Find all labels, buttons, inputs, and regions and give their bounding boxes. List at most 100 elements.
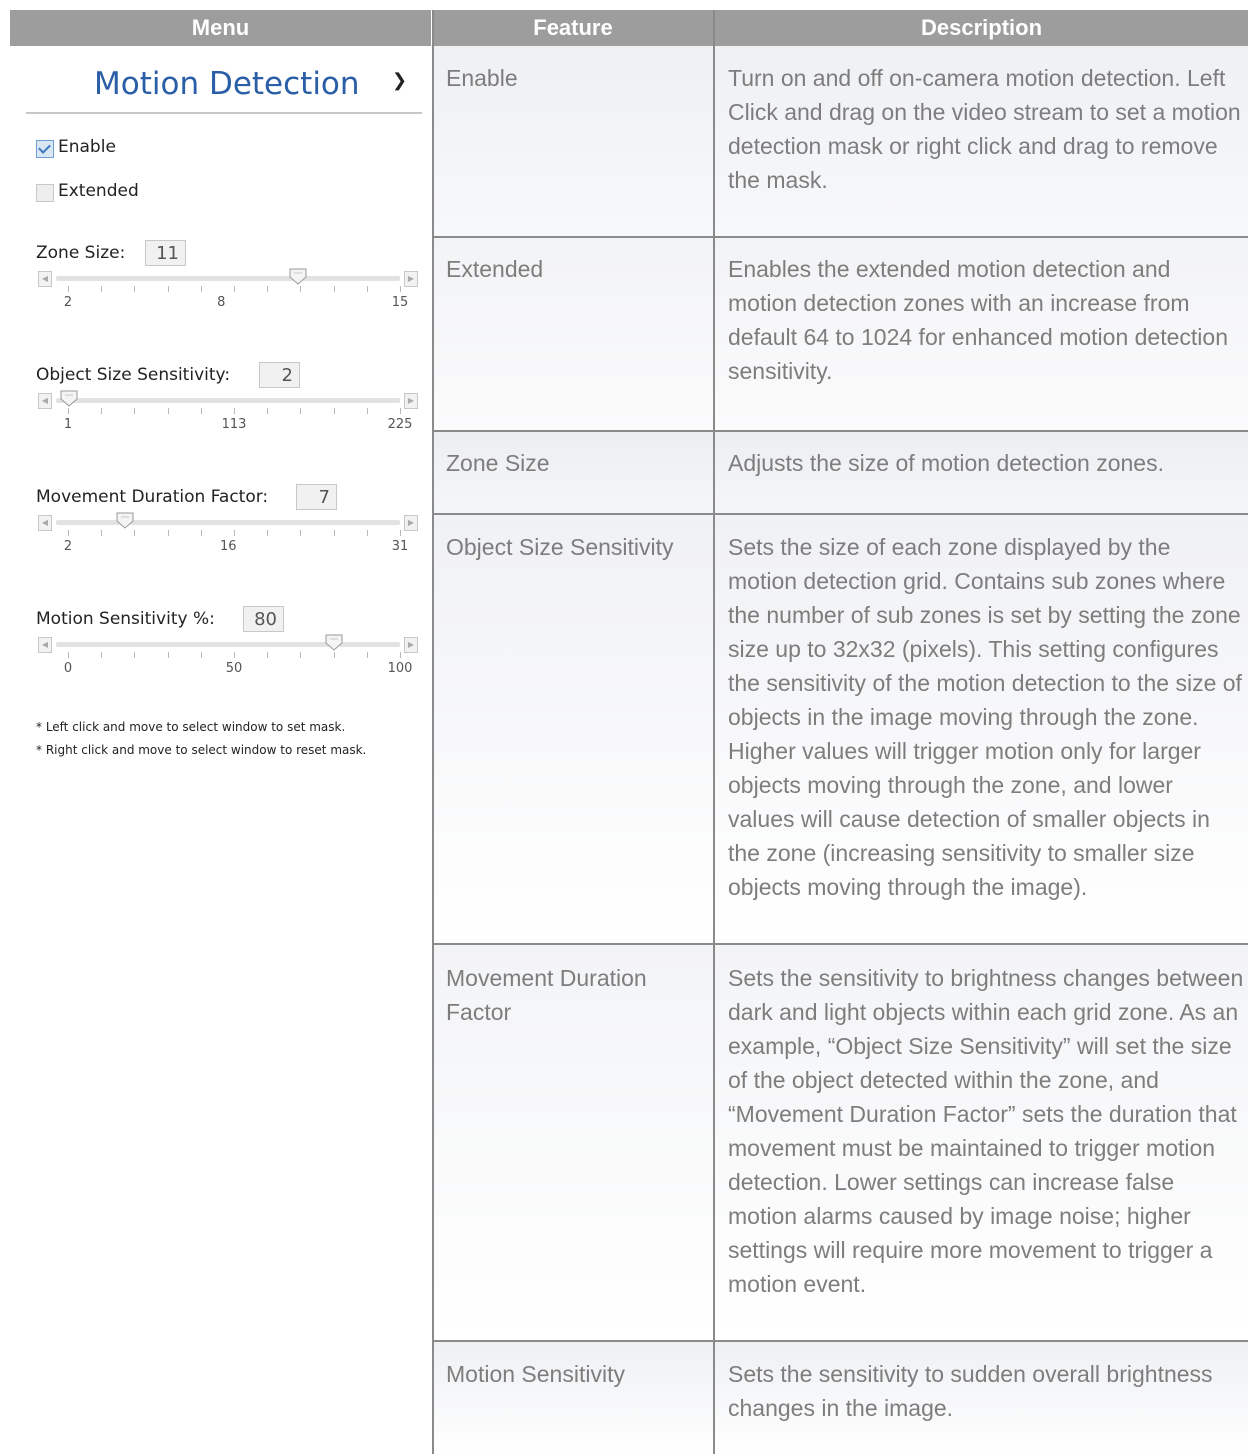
slider-tick — [267, 286, 269, 292]
column-divider — [713, 10, 715, 1454]
slider-tick — [101, 286, 103, 292]
slider-increment-button[interactable]: ▶ — [404, 393, 418, 409]
description-cell-zone-size: Adjusts the size of motion detection zon… — [728, 450, 1164, 476]
movement-duration-factor-value-field[interactable]: 7 — [296, 484, 337, 510]
slider-tick — [167, 652, 169, 658]
slider-thumb[interactable] — [289, 268, 307, 286]
slider-tick — [200, 408, 202, 414]
description-cell-extended: Enables the extended motion detection an… — [728, 256, 1228, 384]
slider-tick-label: 15 — [391, 295, 409, 310]
slider-decrement-button[interactable]: ◀ — [38, 637, 52, 653]
slider-tick — [366, 530, 368, 536]
description-cell-movement-duration-factor: Sets the sensitivity to brightness chang… — [728, 965, 1244, 1297]
row-divider — [433, 236, 1248, 238]
row-divider — [433, 943, 1248, 945]
slider-track[interactable] — [56, 398, 400, 403]
object-size-sensitivity-slider[interactable]: ◀ ▶ 1 113 225 — [38, 390, 418, 453]
reset-mask-note: * Right click and move to select window … — [36, 743, 367, 757]
slider-track[interactable] — [56, 520, 400, 525]
slider-tick — [300, 286, 302, 292]
menu-column-header: Menu — [10, 10, 431, 46]
slider-tick — [234, 408, 235, 414]
slider-ticks — [38, 408, 418, 416]
description-cell-enable: Turn on and off on-camera motion detecti… — [728, 65, 1241, 193]
slider-tick — [300, 530, 302, 536]
slider-tick — [200, 286, 202, 292]
extended-checkbox[interactable] — [36, 184, 54, 202]
description-cell-motion-sensitivity: Sets the sensitivity to sudden overall b… — [728, 1361, 1213, 1421]
slider-tick — [300, 408, 302, 414]
slider-tick — [333, 286, 335, 292]
slider-tick — [101, 530, 103, 536]
feature-cell-object-size-sensitivity: Object Size Sensitivity — [446, 534, 674, 560]
chevron-down-icon[interactable]: ❯ — [392, 70, 407, 91]
slider-tick — [400, 286, 401, 292]
feature-column-header: Feature — [433, 10, 713, 46]
slider-tick-label: 0 — [63, 661, 73, 676]
slider-tick — [134, 652, 136, 658]
slider-tick-label: 1 — [63, 417, 73, 432]
enable-checkbox[interactable] — [36, 140, 54, 158]
slider-ticks — [38, 530, 418, 538]
slider-track[interactable] — [56, 642, 400, 647]
slider-tick-label: 31 — [391, 539, 409, 554]
slider-thumb[interactable] — [116, 512, 134, 530]
slider-tick — [333, 408, 335, 414]
slider-tick — [400, 408, 401, 414]
feature-cell-motion-sensitivity: Motion Sensitivity — [446, 1361, 625, 1387]
slider-tick-label: 100 — [387, 661, 413, 676]
slider-tick — [333, 652, 335, 658]
slider-tick-label: 16 — [219, 539, 237, 554]
zone-size-slider[interactable]: ◀ ▶ 2 8 15 — [38, 268, 418, 331]
slider-increment-button[interactable]: ▶ — [404, 515, 418, 531]
set-mask-note: * Left click and move to select window t… — [36, 720, 346, 734]
slider-tick-label: 50 — [225, 661, 243, 676]
panel-title: Motion Detection — [94, 66, 360, 102]
enable-checkbox-label: Enable — [58, 137, 116, 157]
slider-tick — [267, 652, 269, 658]
slider-tick-label: 225 — [387, 417, 413, 432]
slider-tick-label: 2 — [63, 295, 73, 310]
feature-cell-movement-duration-factor: Movement Duration Factor — [446, 965, 647, 1025]
motion-sensitivity-value-field[interactable]: 80 — [243, 606, 284, 632]
slider-tick — [101, 652, 103, 658]
slider-thumb[interactable] — [325, 634, 343, 652]
slider-tick — [68, 408, 69, 414]
extended-checkbox-label: Extended — [58, 181, 139, 201]
slider-tick-label: 2 — [63, 539, 73, 554]
object-size-sensitivity-value-field[interactable]: 2 — [259, 362, 300, 388]
panel-title-divider — [26, 112, 422, 114]
slider-tick-label: 113 — [221, 417, 247, 432]
slider-track[interactable] — [56, 276, 400, 281]
slider-tick — [200, 530, 202, 536]
slider-decrement-button[interactable]: ◀ — [38, 393, 52, 409]
zone-size-value-field[interactable]: 11 — [145, 240, 186, 266]
feature-cell-extended: Extended — [446, 256, 544, 282]
slider-tick — [400, 652, 401, 658]
slider-tick — [68, 286, 69, 292]
slider-tick — [101, 408, 103, 414]
feature-cell-zone-size: Zone Size — [446, 450, 550, 476]
slider-tick — [167, 286, 169, 292]
slider-tick — [68, 530, 69, 536]
slider-tick — [300, 652, 302, 658]
movement-duration-factor-slider[interactable]: ◀ ▶ 2 16 31 — [38, 512, 418, 575]
feature-cell-enable: Enable — [446, 65, 518, 91]
slider-thumb[interactable] — [60, 390, 78, 408]
slider-tick — [68, 652, 69, 658]
slider-tick — [400, 530, 401, 536]
column-divider — [432, 10, 434, 1454]
motion-sensitivity-slider[interactable]: ◀ ▶ 0 50 100 — [38, 634, 418, 697]
description-column-header: Description — [715, 10, 1248, 46]
slider-tick — [234, 286, 235, 292]
slider-increment-button[interactable]: ▶ — [404, 271, 418, 287]
slider-tick — [134, 286, 136, 292]
slider-tick — [167, 530, 169, 536]
slider-decrement-button[interactable]: ◀ — [38, 271, 52, 287]
slider-tick — [267, 408, 269, 414]
slider-tick — [234, 530, 235, 536]
slider-tick — [134, 408, 136, 414]
slider-tick-label: 8 — [217, 295, 226, 310]
slider-increment-button[interactable]: ▶ — [404, 637, 418, 653]
slider-decrement-button[interactable]: ◀ — [38, 515, 52, 531]
